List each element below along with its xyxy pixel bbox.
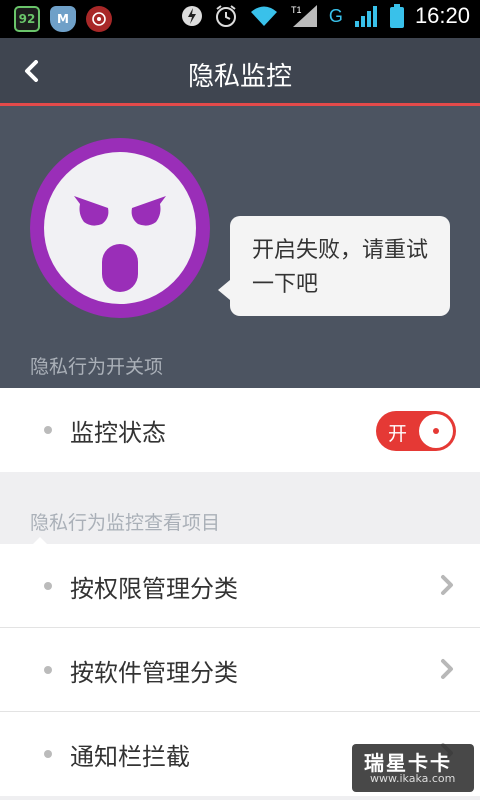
app-92-icon: 92 [14, 6, 40, 32]
monitor-status-row: 监控状态 开 [0, 388, 480, 472]
red-badge-icon [86, 6, 112, 32]
section-header: 隐私行为开关项 [30, 356, 164, 378]
monitor-status-label: 监控状态 [70, 419, 166, 447]
watermark: 瑞星卡卡 www.ikaka.com [352, 744, 474, 792]
section-header-2: 隐私行为监控查看项目 [0, 474, 480, 545]
battery-icon [389, 4, 404, 28]
svg-text:T1: T1 [291, 5, 302, 15]
list-item-permission[interactable]: 按权限管理分类 [0, 544, 480, 628]
signal-icon [354, 6, 377, 27]
wifi-icon [250, 6, 277, 26]
status-hero: 开启失败，请重试一下吧 隐私行为开关项 [0, 106, 480, 388]
chevron-right-icon [441, 659, 453, 679]
system-icons: T1 G 16:20 [181, 3, 470, 29]
section-header-label: 隐私行为监控查看项目 [30, 512, 221, 534]
list-item-label: 按权限管理分类 [70, 575, 238, 603]
title-bar: 隐私监控 [0, 38, 480, 106]
list-item-software[interactable]: 按软件管理分类 [0, 628, 480, 712]
bullet-dot [44, 666, 52, 674]
status-bar: 92 M T1 G 16:20 [0, 0, 480, 38]
message-bubble: 开启失败，请重试一下吧 [218, 216, 450, 316]
network-type-label: G [328, 5, 343, 26]
list-item-label: 通知栏拦截 [70, 743, 190, 771]
monitor-toggle[interactable]: 开 [376, 411, 456, 451]
toggle-text: 开 [388, 423, 408, 445]
lightning-icon [181, 6, 202, 26]
bullet-dot [44, 426, 52, 434]
shield-m-icon: M [50, 6, 76, 32]
angry-face-icon [30, 138, 210, 318]
page-title: 隐私监控 [187, 62, 292, 92]
alarm-icon [215, 5, 236, 27]
clock: 16:20 [414, 3, 470, 28]
list-item-label: 按软件管理分类 [70, 659, 238, 687]
bullet-dot [44, 750, 52, 758]
bullet-dot [44, 582, 52, 590]
toggle-knob [419, 414, 453, 448]
watermark-url: www.ikaka.com [370, 772, 456, 785]
signal-icon: T1 [291, 5, 317, 27]
notification-icons: 92 M [14, 6, 112, 32]
chevron-right-icon [441, 575, 453, 595]
